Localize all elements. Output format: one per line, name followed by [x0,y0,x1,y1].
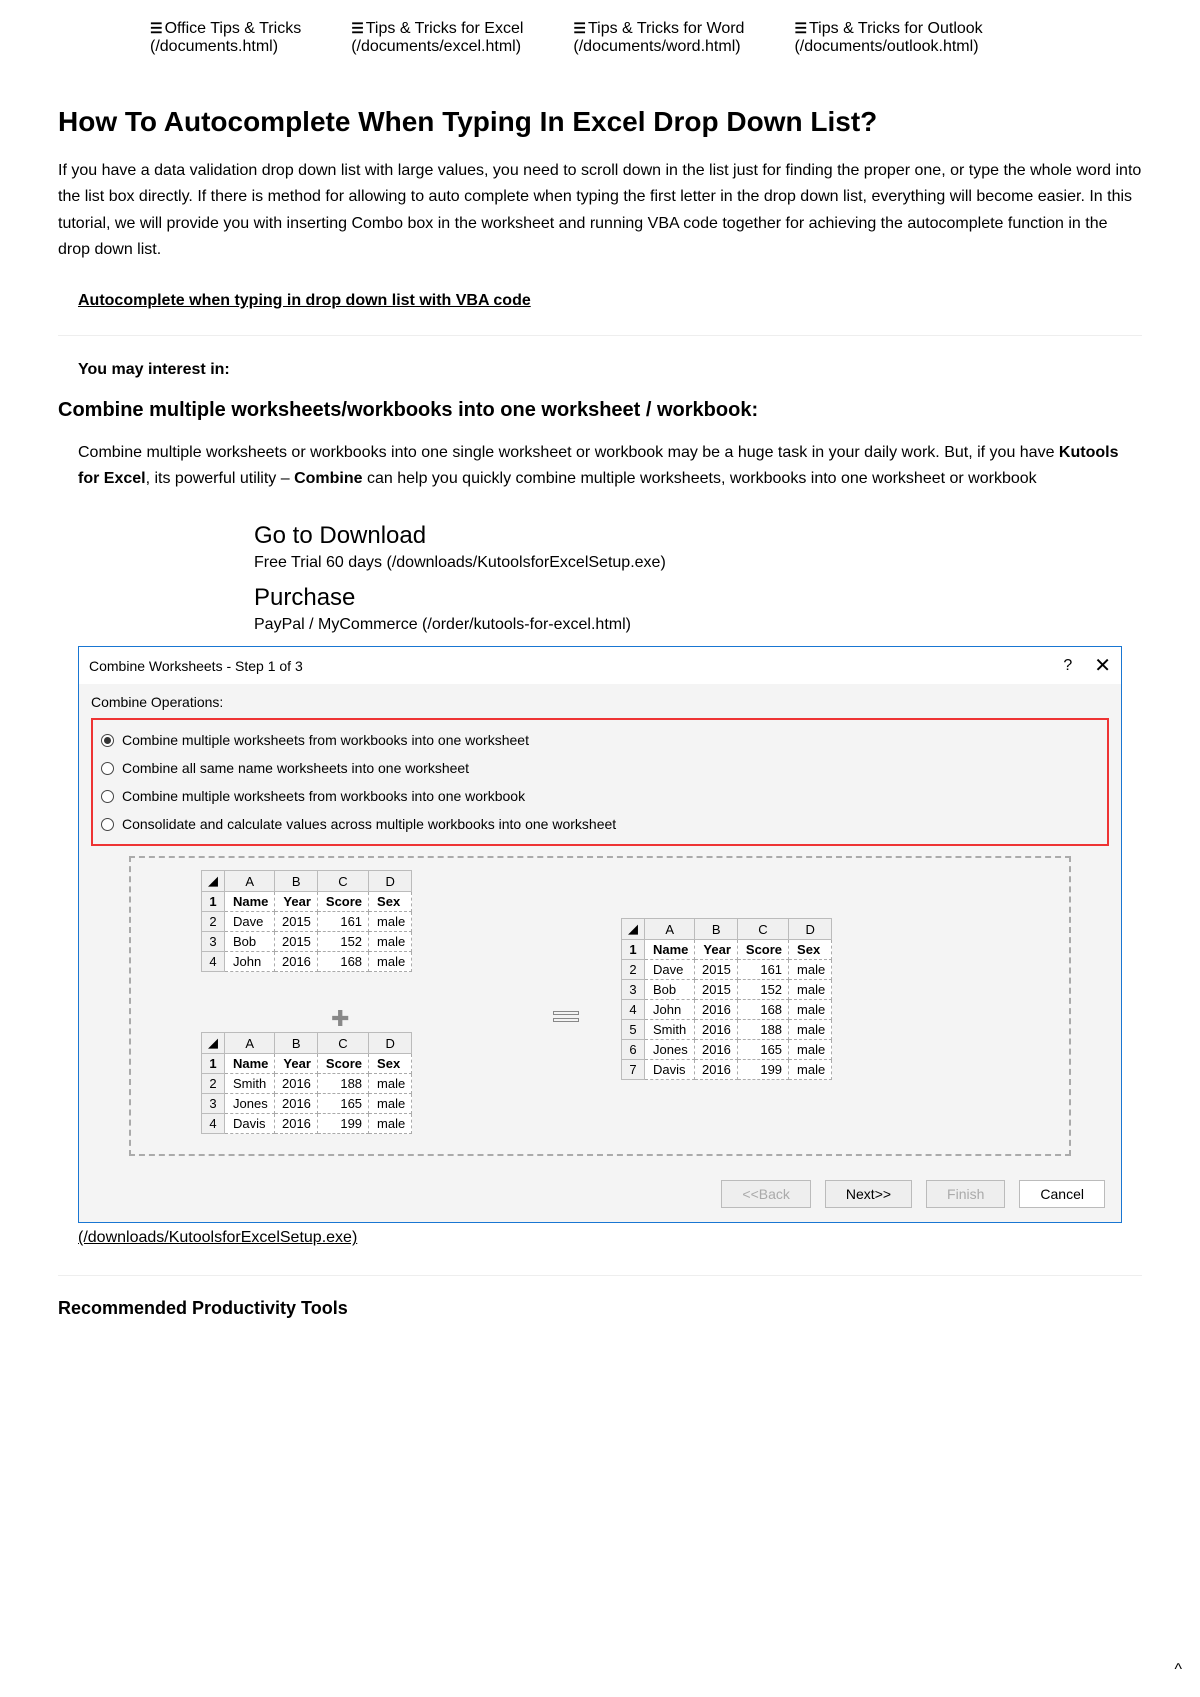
nav-excel[interactable]: ☰Tips & Tricks for Excel(/documents/exce… [351,20,523,56]
radio-icon [101,818,114,831]
help-icon[interactable]: ? [1063,657,1072,675]
combine-dialog: Combine Worksheets - Step 1 of 3 ? ✕ Com… [78,646,1122,1223]
dialog-title-text: Combine Worksheets - Step 1 of 3 [89,658,1063,674]
divider [58,335,1142,336]
toc-link[interactable]: Autocomplete when typing in drop down li… [78,292,531,310]
recommended-heading: Recommended Productivity Tools [58,1298,1142,1319]
back-button[interactable]: <<Back [721,1180,810,1208]
scroll-top-icon[interactable]: ^ [1174,1661,1182,1679]
download-heading[interactable]: Go to Download [254,522,1142,550]
list-icon: ☰ [573,20,586,36]
ops-box: Combine multiple worksheets from workboo… [91,718,1109,846]
op-radio-3[interactable]: Combine multiple worksheets from workboo… [93,782,1107,810]
list-icon: ☰ [351,20,364,36]
top-nav: ☰Office Tips & Tricks(/documents.html) ☰… [0,0,1200,76]
op-radio-4[interactable]: Consolidate and calculate values across … [93,810,1107,838]
combine-heading: Combine multiple worksheets/workbooks in… [58,399,1142,422]
radio-icon [101,790,114,803]
list-icon: ☰ [150,20,163,36]
next-button[interactable]: Next>> [825,1180,912,1208]
download-sub[interactable]: Free Trial 60 days (/downloads/Kutoolsfo… [254,554,1142,572]
close-icon[interactable]: ✕ [1094,653,1111,678]
list-icon: ☰ [794,20,807,36]
table-result: ◢ABCD 1NameYearScoreSex 2Dave2015161male… [621,918,832,1080]
radio-icon [101,762,114,775]
plus-icon: ✚ [331,1006,349,1032]
radio-icon [101,734,114,747]
op-radio-1[interactable]: Combine multiple worksheets from workboo… [93,726,1107,754]
nav-outlook[interactable]: ☰Tips & Tricks for Outlook(/documents/ou… [794,20,982,56]
nav-word[interactable]: ☰Tips & Tricks for Word(/documents/word.… [573,20,744,56]
equals-icon [553,1008,579,1025]
finish-button[interactable]: Finish [926,1180,1005,1208]
table-1: ◢ABCD 1NameYearScoreSex 2Dave2015161male… [201,870,412,972]
dialog-titlebar: Combine Worksheets - Step 1 of 3 ? ✕ [79,647,1121,684]
diagram: ◢ABCD 1NameYearScoreSex 2Dave2015161male… [129,856,1071,1156]
page-title: How To Autocomplete When Typing In Excel… [58,106,1142,138]
cancel-button[interactable]: Cancel [1019,1180,1105,1208]
combine-paragraph: Combine multiple worksheets or workbooks… [78,440,1142,493]
table-2: ◢ABCD 1NameYearScoreSex 2Smith2016188mal… [201,1032,412,1134]
ops-label: Combine Operations: [79,684,1121,718]
interest-heading: You may interest in: [78,361,1142,379]
download-block: Go to Download Free Trial 60 days (/down… [254,522,1142,634]
purchase-heading[interactable]: Purchase [254,584,1142,612]
intro-paragraph: If you have a data validation drop down … [58,158,1142,264]
purchase-sub[interactable]: PayPal / MyCommerce (/order/kutools-for-… [254,616,1142,634]
image-link[interactable]: (/downloads/KutoolsforExcelSetup.exe) [78,1229,357,1247]
dialog-buttons: <<Back Next>> Finish Cancel [79,1166,1121,1222]
op-radio-2[interactable]: Combine all same name worksheets into on… [93,754,1107,782]
divider [58,1275,1142,1276]
nav-office[interactable]: ☰Office Tips & Tricks(/documents.html) [150,20,301,56]
